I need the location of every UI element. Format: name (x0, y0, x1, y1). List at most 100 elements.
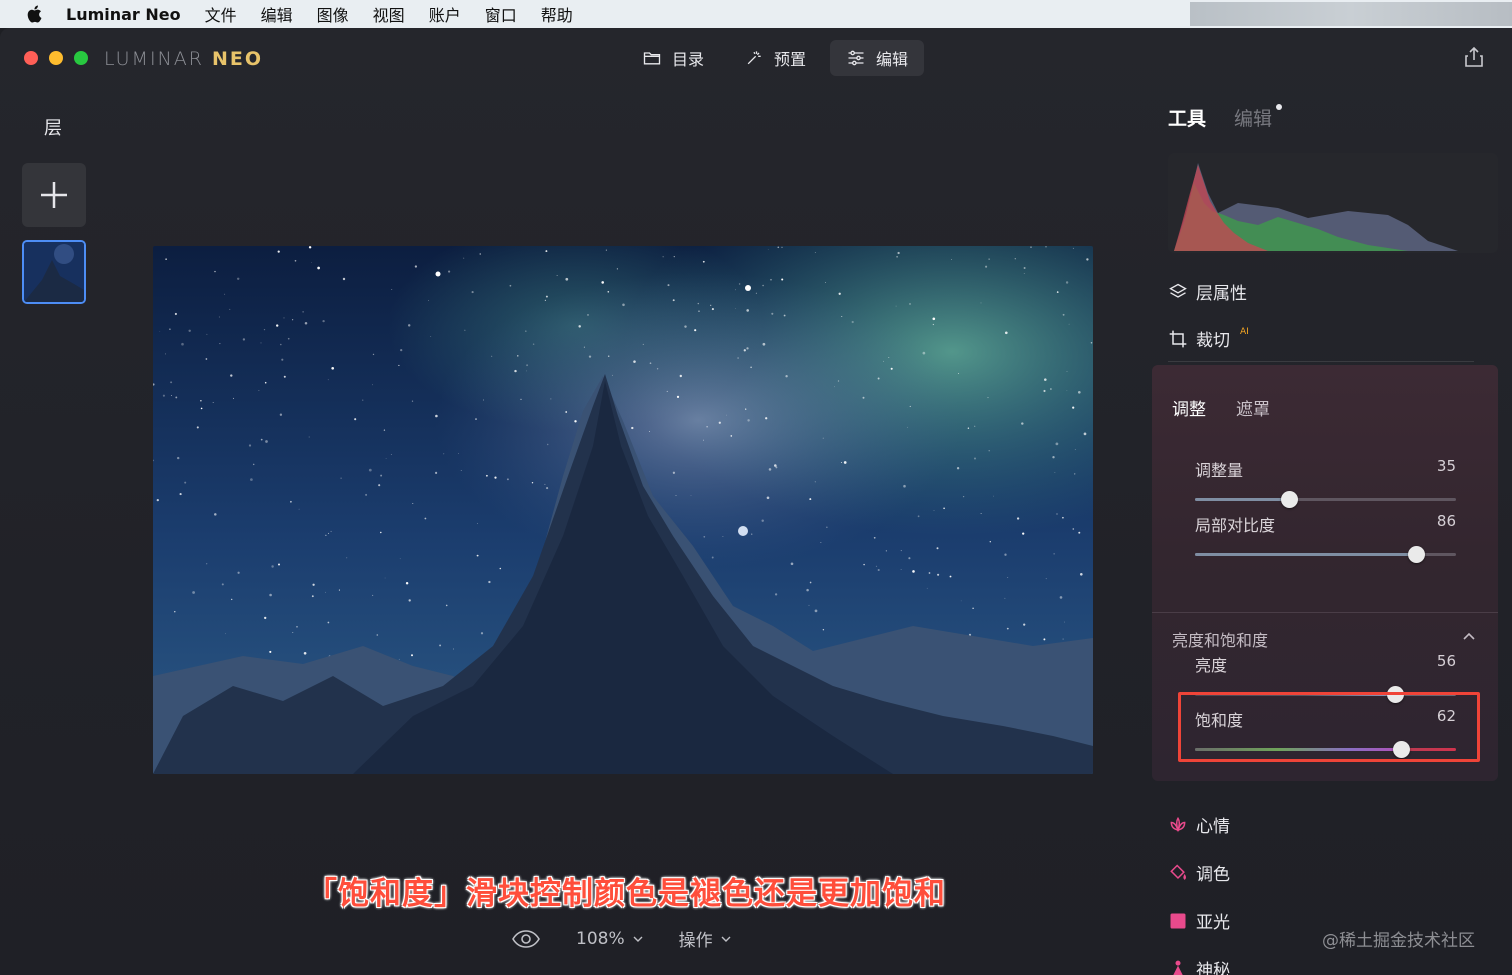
star (766, 496, 770, 500)
slider-local-contrast[interactable]: 局部对比度 86 (1195, 512, 1456, 563)
star (214, 270, 216, 273)
tool-matte[interactable]: 亚光 (1168, 908, 1230, 933)
slider-knob[interactable] (1407, 546, 1425, 563)
minimize-window-button[interactable] (49, 51, 63, 65)
menu-account[interactable]: 账户 (429, 2, 461, 26)
star (679, 374, 682, 378)
star (1083, 432, 1087, 436)
subtab-adjust[interactable]: 调整 (1172, 395, 1206, 420)
star (237, 571, 240, 574)
close-window-button[interactable] (24, 51, 38, 65)
star (587, 314, 589, 316)
section-divider (1152, 612, 1498, 613)
share-icon[interactable] (1464, 46, 1484, 68)
star (956, 467, 960, 470)
star (1007, 576, 1009, 578)
star (372, 384, 374, 386)
menu-image[interactable]: 图像 (317, 2, 349, 26)
star (885, 550, 887, 552)
star (544, 299, 546, 301)
nav-catalog[interactable]: 目录 (626, 40, 720, 76)
chevron-up-icon[interactable] (1462, 631, 1476, 641)
star (479, 253, 481, 255)
star (1045, 578, 1047, 580)
preview-toggle[interactable] (512, 929, 540, 948)
star (517, 355, 519, 357)
star (877, 377, 880, 380)
star (214, 513, 217, 516)
menu-view[interactable]: 视图 (373, 2, 405, 26)
tool-mystical[interactable]: 神秘 (1168, 956, 1230, 975)
menu-app-name[interactable]: Luminar Neo (66, 5, 181, 24)
chevron-down-icon (721, 936, 731, 942)
layer-properties-row[interactable]: 层属性 (1168, 279, 1247, 304)
star (368, 468, 372, 472)
star (520, 398, 522, 401)
star (770, 278, 772, 281)
star (327, 621, 330, 624)
layer-thumbnail[interactable] (22, 240, 86, 304)
nav-presets[interactable]: 预置 (728, 40, 822, 76)
star (303, 651, 307, 655)
slider-knob[interactable] (1280, 491, 1298, 508)
folder-icon (643, 52, 661, 65)
star (1006, 627, 1009, 630)
subtab-mask[interactable]: 遮罩 (1236, 395, 1270, 420)
tab-tools[interactable]: 工具 (1168, 104, 1206, 131)
star (488, 580, 491, 584)
menu-file[interactable]: 文件 (205, 2, 237, 26)
star (362, 399, 364, 401)
star (1090, 342, 1093, 344)
window-controls (24, 51, 88, 65)
star (565, 277, 569, 281)
star (822, 629, 825, 631)
star (179, 493, 182, 496)
star (391, 289, 393, 290)
star (873, 536, 876, 539)
zoom-dropdown[interactable]: 108% (576, 929, 643, 949)
photo-canvas[interactable] (153, 246, 1093, 774)
star (809, 581, 812, 584)
actions-dropdown[interactable]: 操作 (679, 926, 731, 951)
star (909, 405, 911, 407)
apple-icon[interactable] (24, 3, 46, 25)
star (951, 259, 953, 261)
star (1079, 572, 1083, 576)
zoom-window-button[interactable] (74, 51, 88, 65)
slider-amount[interactable]: 调整量 35 (1195, 457, 1456, 508)
star (875, 565, 878, 567)
star (509, 284, 512, 287)
star (932, 323, 935, 326)
star (841, 316, 843, 317)
nav-edit[interactable]: 编辑 (830, 40, 925, 76)
star (656, 368, 659, 370)
crop-tool-row[interactable]: 裁切 AI (1168, 326, 1249, 351)
add-layer-button[interactable] (22, 163, 86, 227)
star (767, 249, 769, 250)
star (260, 342, 262, 344)
star (550, 398, 552, 400)
star (491, 355, 493, 357)
menu-window[interactable]: 窗口 (485, 2, 517, 26)
slider-brightness[interactable]: 亮度 56 (1195, 652, 1456, 703)
star (532, 343, 535, 345)
star (738, 283, 741, 285)
star (200, 400, 202, 402)
star (642, 343, 644, 345)
star (649, 362, 652, 365)
tool-color-grading[interactable]: 调色 (1168, 860, 1230, 885)
menu-edit[interactable]: 编辑 (261, 2, 293, 26)
star (1062, 516, 1064, 519)
star (398, 364, 400, 366)
star (1055, 442, 1059, 446)
star (408, 599, 411, 602)
star (1062, 638, 1064, 640)
tool-mood[interactable]: 心情 (1168, 812, 1230, 837)
menu-help[interactable]: 帮助 (541, 2, 573, 26)
star (1004, 331, 1008, 335)
section-brightness-saturation[interactable]: 亮度和饱和度 (1172, 627, 1268, 651)
star (1072, 528, 1075, 530)
tab-edits[interactable]: 编辑 (1234, 104, 1283, 131)
star (398, 658, 400, 660)
star (751, 533, 753, 535)
